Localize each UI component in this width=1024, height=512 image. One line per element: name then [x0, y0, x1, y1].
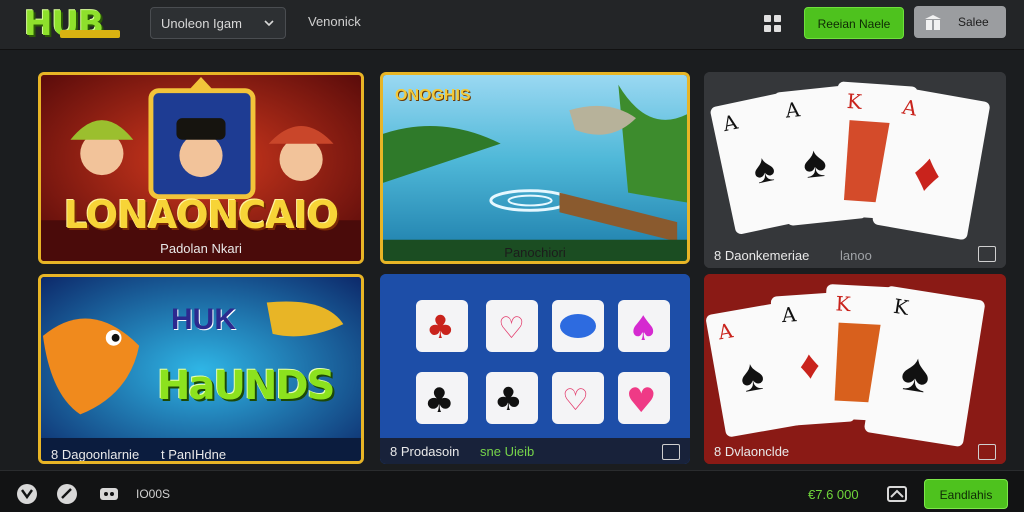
game-art: A♠ A♦ K K♠: [704, 274, 1006, 464]
logo-text: HUB: [24, 4, 104, 44]
logo-tagline-bar: [60, 30, 120, 38]
game-art: A♠ A♠ K A♦: [704, 72, 1006, 268]
top-bar: HUB Unoleon Igam Venonick Reeian Naele S…: [0, 0, 1024, 50]
game-title: 8 Daonkemeriae: [714, 248, 810, 263]
balance-amount: €7.6 000: [808, 487, 859, 502]
secondary-header-button[interactable]: Salee: [914, 6, 1006, 38]
claim-button-label: Eandlahis: [939, 488, 993, 502]
svg-text:♥: ♥: [626, 381, 656, 421]
game-title: 8 Dagoonlarnie: [51, 447, 140, 462]
game-art-title: ONOGHIS: [395, 87, 471, 104]
hub-logo[interactable]: HUB: [24, 4, 128, 44]
game-art-title-top: HUK: [171, 303, 236, 336]
svg-text:♣: ♣: [426, 308, 455, 346]
game-card[interactable]: HUK HaUNDS 8 Dagoonlarnie t PanIHdne: [38, 274, 364, 464]
footer-label: IO00S: [136, 487, 171, 501]
more-icon[interactable]: [978, 444, 996, 460]
svg-text:K: K: [835, 291, 852, 316]
bottom-bar: IO00S €7.6 000: [0, 470, 1024, 512]
svg-text:A: A: [783, 97, 801, 123]
svg-text:♣: ♣: [424, 381, 454, 421]
secondary-header-button-label: Salee: [958, 15, 989, 29]
primary-header-button[interactable]: Reeian Naele: [804, 7, 904, 39]
grid-icon[interactable]: [762, 13, 784, 35]
svg-text:♦: ♦: [798, 343, 821, 388]
svg-text:♡: ♡: [498, 311, 525, 346]
game-art-title: LONAONCAIO: [63, 193, 339, 237]
svg-text:A: A: [780, 302, 798, 327]
location-icon[interactable]: [16, 483, 38, 505]
svg-text:♠: ♠: [628, 309, 658, 349]
game-card[interactable]: LONAONCAIO Padolan Nkari: [38, 72, 364, 264]
game-subtitle: sne Uieib: [480, 444, 535, 459]
primary-header-button-label: Reeian Naele: [817, 17, 891, 31]
game-filter-value: Unoleon Igam: [161, 16, 242, 31]
gift-icon: [925, 15, 941, 30]
chat-icon[interactable]: [98, 483, 120, 505]
game-card[interactable]: ♣ ♡ ♠ ♣ ♣ ♡ ♥ 8 Prodasoin sne Uieib: [380, 274, 690, 464]
game-subtitle: lanoo: [840, 248, 872, 263]
game-subtitle: t PanIHdne: [161, 447, 227, 462]
game-title: Panochiori: [504, 245, 566, 260]
game-title: 8 Dvlaonclde: [714, 444, 790, 459]
game-title: 8 Prodasoin: [390, 444, 460, 459]
game-card[interactable]: A ♠ A ♠ K A ♦ 8 Daonkemeriae lanoo: [704, 72, 1006, 268]
game-filter-select[interactable]: Unoleon Igam: [150, 7, 286, 39]
game-card[interactable]: A ♠ A ♦ K K ♠ 8 Dvlaonclde: [704, 274, 1006, 464]
game-art-title: HaUNDS: [157, 363, 335, 409]
chevron-down-icon: [264, 20, 274, 27]
claim-button[interactable]: Eandlahis: [924, 479, 1008, 509]
game-card[interactable]: ONOGHIS Panochiori: [380, 72, 690, 264]
svg-text:K: K: [846, 89, 864, 114]
more-icon[interactable]: [662, 444, 680, 460]
more-icon[interactable]: [978, 246, 996, 262]
check-circle-icon[interactable]: [56, 483, 78, 505]
wallet-icon[interactable]: [886, 483, 908, 505]
nav-link[interactable]: Venonick: [308, 14, 361, 29]
game-title: Padolan Nkari: [160, 241, 242, 256]
svg-text:♡: ♡: [562, 383, 589, 418]
svg-text:♣: ♣: [494, 380, 523, 418]
game-art: ♣ ♡ ♠ ♣ ♣ ♡ ♥: [380, 274, 690, 464]
